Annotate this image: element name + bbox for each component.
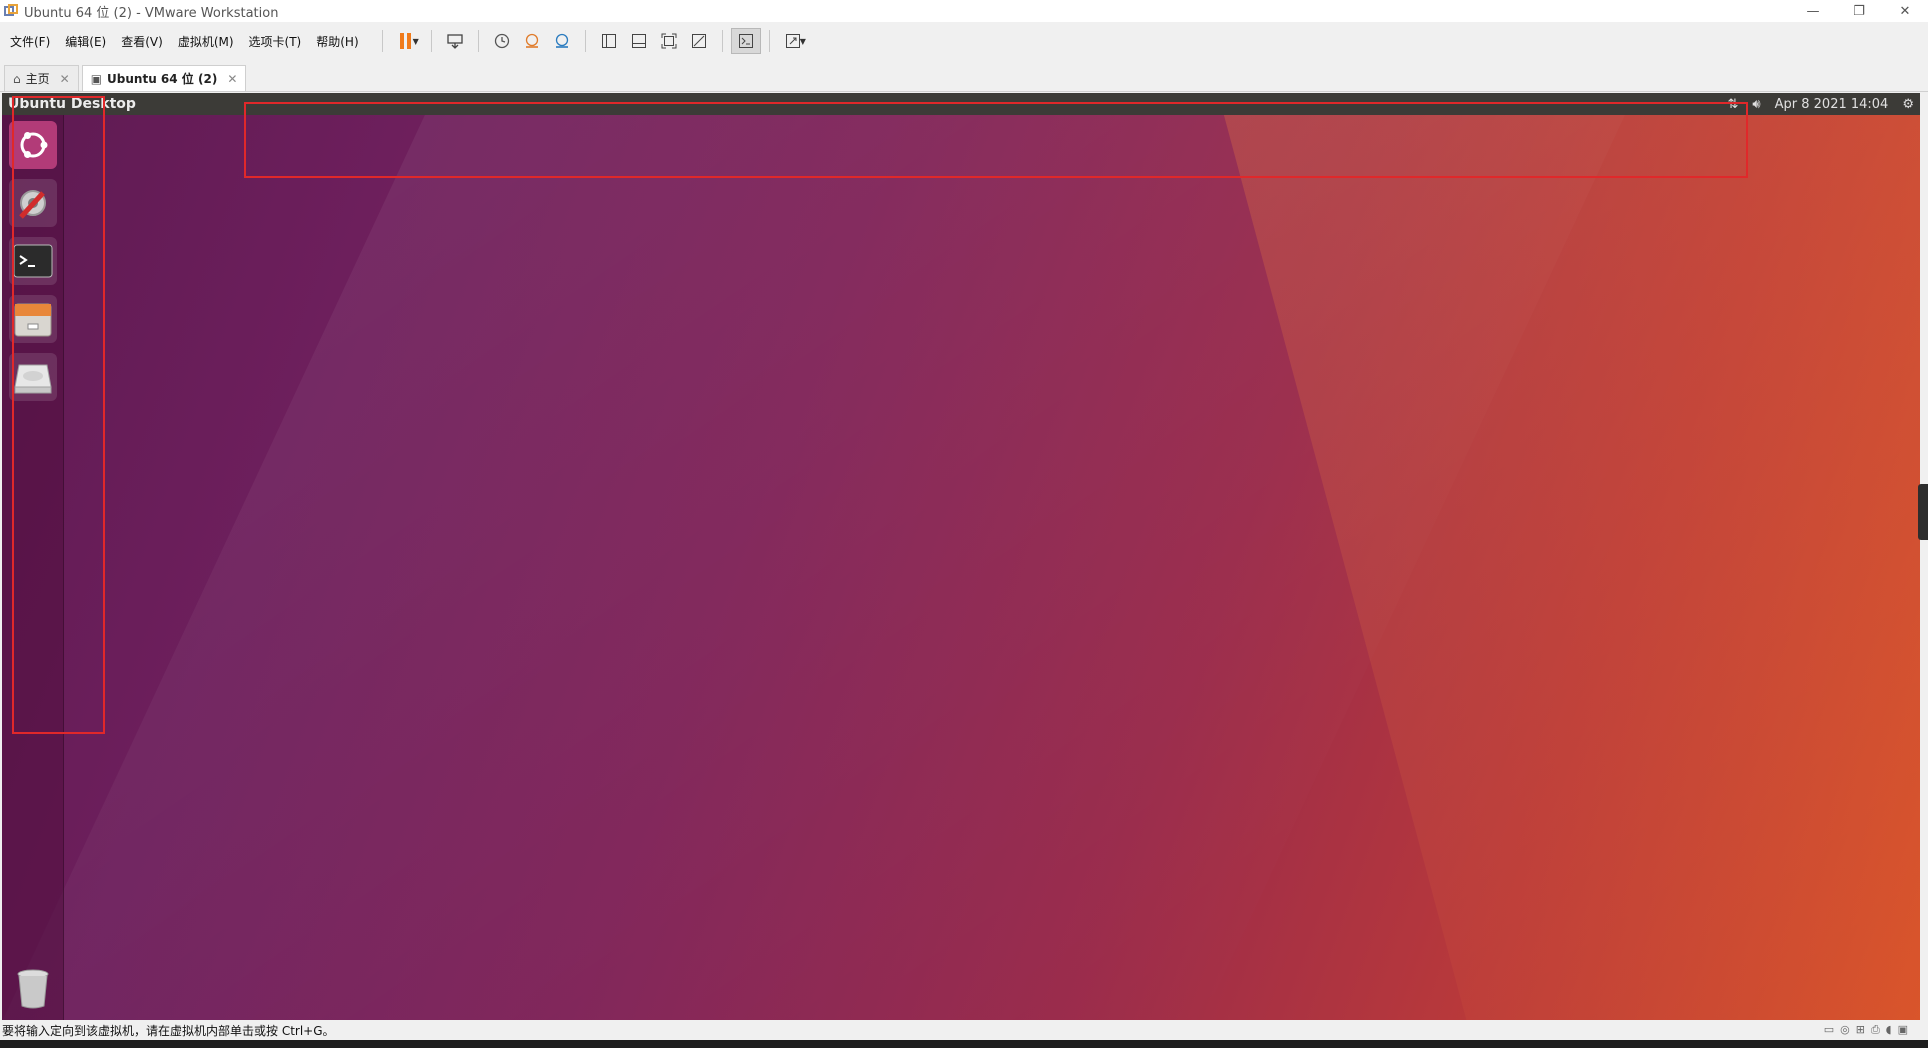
unity-mode-button[interactable] bbox=[684, 28, 714, 54]
hard-disk-status-icon[interactable]: ▭ bbox=[1824, 1023, 1834, 1037]
tab-close-icon[interactable]: ✕ bbox=[60, 72, 70, 86]
home-icon: ⌂ bbox=[13, 71, 21, 86]
show-library-button[interactable] bbox=[594, 28, 624, 54]
menu-tabs[interactable]: 选项卡(T) bbox=[249, 33, 302, 50]
bottom-edge bbox=[0, 1040, 1928, 1048]
toolbar-divider bbox=[584, 30, 586, 52]
library-panel-icon bbox=[601, 34, 616, 48]
stretch-icon bbox=[785, 34, 800, 48]
sound-status-icon[interactable]: ◖ bbox=[1886, 1023, 1892, 1037]
resize-handle[interactable] bbox=[1918, 484, 1928, 540]
display-status-icon[interactable]: ▣ bbox=[1898, 1023, 1908, 1037]
close-button[interactable]: ✕ bbox=[1882, 0, 1928, 22]
keyboard-send-icon bbox=[447, 34, 463, 49]
revert-snapshot-icon bbox=[525, 33, 538, 48]
printer-status-icon[interactable]: ⎙ bbox=[1871, 1023, 1880, 1037]
console-view-button[interactable] bbox=[730, 28, 761, 54]
full-screen-icon bbox=[661, 33, 677, 49]
toolbar-divider bbox=[721, 30, 723, 52]
status-message: 要将输入定向到该虚拟机，请在虚拟机内部单击或按 Ctrl+G。 bbox=[2, 1023, 335, 1038]
menu-view[interactable]: 查看(V) bbox=[121, 33, 163, 50]
highlight-box-launcher bbox=[12, 96, 105, 734]
menu-file[interactable]: 文件(F) bbox=[10, 33, 50, 50]
thumbnail-bar-icon bbox=[631, 34, 646, 48]
show-thumbnail-bar-button[interactable] bbox=[624, 28, 654, 54]
chevron-down-icon[interactable]: ▼ bbox=[413, 37, 419, 46]
snapshot-manager-button[interactable] bbox=[547, 28, 577, 54]
vm-display[interactable]: Ubuntu Desktop ⇅ 🔊︎ Apr 8 2021 14:04 ⚙ bbox=[2, 93, 1920, 1020]
tab-home-label: 主页 bbox=[25, 72, 50, 86]
tab-close-icon[interactable]: ✕ bbox=[227, 72, 237, 86]
window-titlebar: Ubuntu 64 位 (2) - VMware Workstation — ❐… bbox=[0, 0, 1928, 22]
menu-toolbar: 文件(F) 编辑(E) 查看(V) 虚拟机(M) 选项卡(T) 帮助(H) ▼ … bbox=[0, 26, 1928, 56]
revert-snapshot-button[interactable] bbox=[517, 28, 547, 54]
restore-button[interactable]: ❐ bbox=[1836, 0, 1882, 22]
window-title: Ubuntu 64 位 (2) - VMware Workstation bbox=[24, 5, 279, 21]
menu-help[interactable]: 帮助(H) bbox=[316, 33, 358, 50]
tab-ubuntu-label: Ubuntu 64 位 (2) bbox=[107, 72, 218, 86]
full-screen-button[interactable] bbox=[654, 28, 684, 54]
vm-icon: ▣ bbox=[90, 71, 103, 86]
pause-icon bbox=[399, 33, 412, 49]
highlight-box-top-panel bbox=[244, 102, 1748, 178]
tab-home[interactable]: ⌂ 主页 ✕ bbox=[4, 65, 79, 91]
minimize-button[interactable]: — bbox=[1790, 0, 1836, 22]
vmware-logo-icon bbox=[4, 4, 18, 18]
toolbar-divider bbox=[381, 30, 383, 52]
volume-icon[interactable]: 🔊︎ bbox=[1752, 97, 1760, 112]
chevron-down-icon[interactable]: ▼ bbox=[800, 37, 806, 46]
tab-bar: ⌂ 主页 ✕ ▣ Ubuntu 64 位 (2) ✕ bbox=[0, 62, 1928, 92]
status-bar: 要将输入定向到该虚拟机，请在虚拟机内部单击或按 Ctrl+G。 ▭ ◎ ⊞ ⎙ … bbox=[0, 1020, 1928, 1040]
trash-can-icon bbox=[17, 969, 49, 1009]
send-ctrl-alt-del-button[interactable] bbox=[440, 28, 470, 54]
toolbar-divider bbox=[430, 30, 432, 52]
settings-gear-icon[interactable]: ⚙ bbox=[1902, 97, 1914, 112]
clock[interactable]: Apr 8 2021 14:04 bbox=[1775, 97, 1889, 112]
toolbar-divider bbox=[768, 30, 770, 52]
menu-vm[interactable]: 虚拟机(M) bbox=[178, 33, 234, 50]
menu-edit[interactable]: 编辑(E) bbox=[65, 33, 106, 50]
network-status-icon[interactable]: ⊞ bbox=[1856, 1023, 1865, 1037]
unity-mode-icon bbox=[691, 34, 706, 48]
terminal-console-icon bbox=[738, 34, 753, 48]
device-status-icons: ▭ ◎ ⊞ ⎙ ◖ ▣ bbox=[1824, 1023, 1908, 1037]
snapshot-button[interactable] bbox=[487, 28, 517, 54]
toolbar-divider bbox=[477, 30, 479, 52]
snapshot-manager-icon bbox=[555, 33, 568, 48]
cd-status-icon[interactable]: ◎ bbox=[1840, 1023, 1850, 1037]
trash-icon[interactable] bbox=[9, 965, 57, 1013]
snapshot-clock-icon bbox=[494, 33, 509, 49]
tab-ubuntu-vm[interactable]: ▣ Ubuntu 64 位 (2) ✕ bbox=[81, 65, 247, 91]
